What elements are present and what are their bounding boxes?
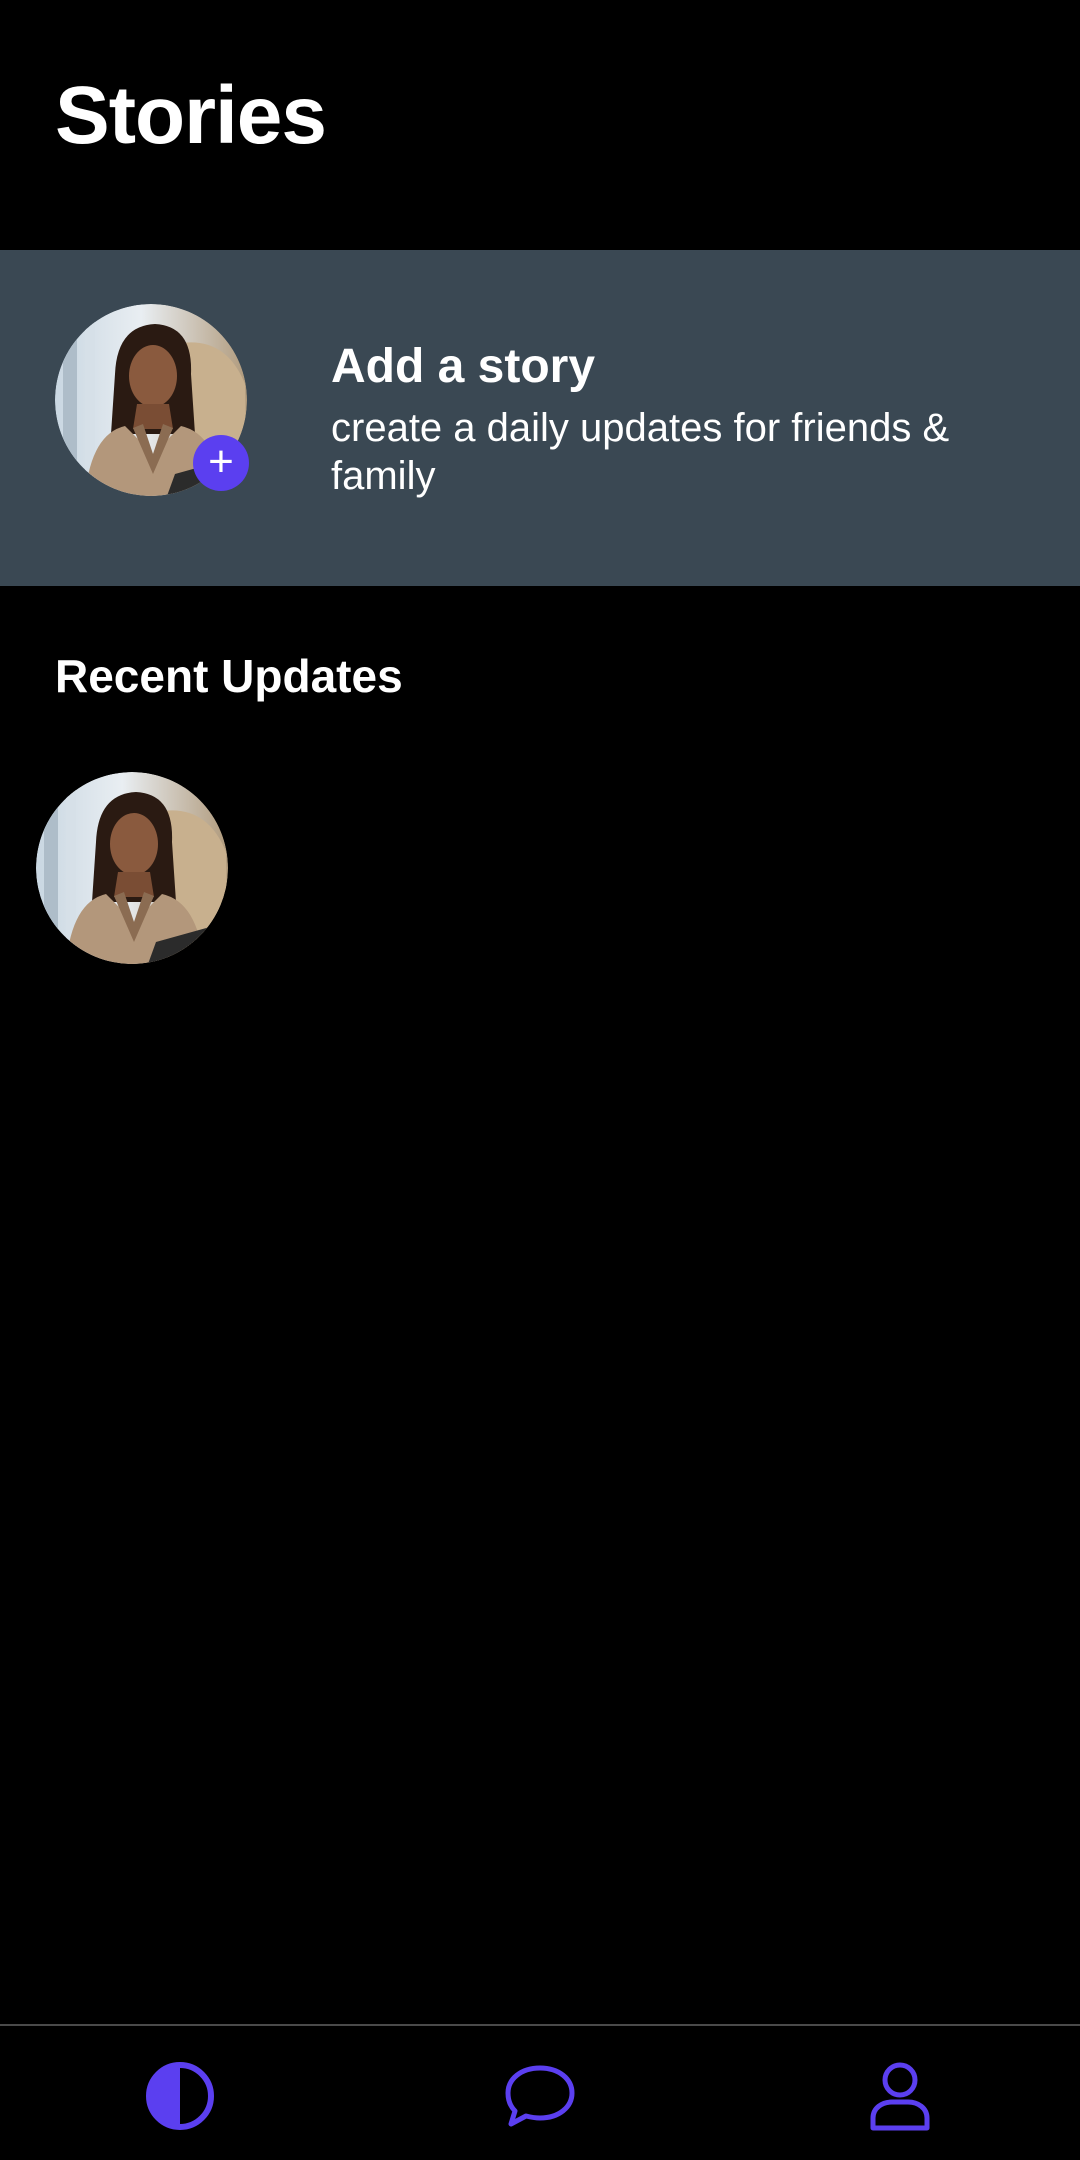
nav-chats-button[interactable] — [500, 2056, 580, 2136]
person-icon — [870, 2062, 930, 2131]
half-circle-icon — [146, 2062, 214, 2130]
add-story-title: Add a story — [331, 340, 596, 393]
add-story-card[interactable]: + Add a story create a daily updates for… — [0, 250, 1080, 586]
my-avatar[interactable]: + — [55, 304, 249, 496]
recent-story-item[interactable] — [36, 772, 228, 964]
user-photo-avatar — [36, 772, 228, 964]
bottom-navigation — [0, 2024, 1080, 2160]
nav-stories-button[interactable] — [140, 2056, 220, 2136]
add-story-badge[interactable]: + — [193, 435, 249, 491]
stories-screen: Stories + Add a story create a daily upd… — [0, 0, 1080, 2160]
nav-profile-button[interactable] — [860, 2056, 940, 2136]
page-title: Stories — [55, 70, 327, 161]
chat-bubble-icon — [505, 2065, 575, 2127]
recent-updates-title: Recent Updates — [55, 650, 403, 702]
add-story-subtitle: create a daily updates for friends & fam… — [331, 406, 950, 498]
